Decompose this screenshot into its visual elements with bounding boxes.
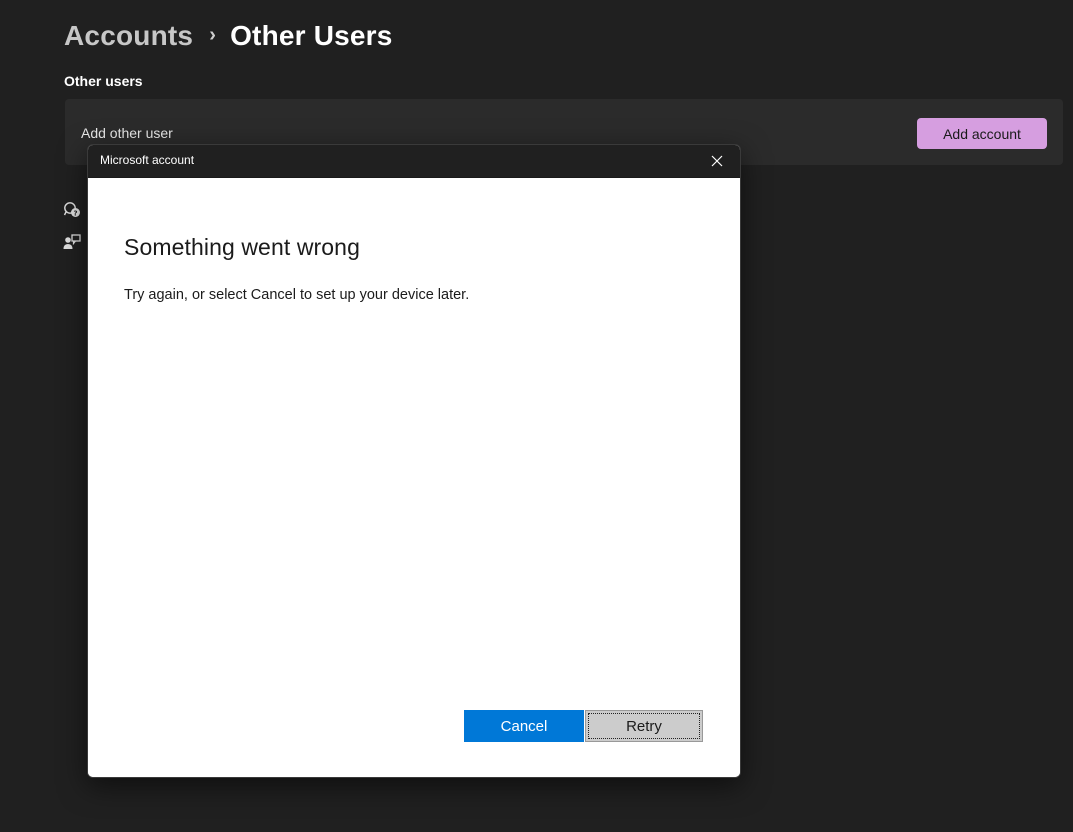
retry-button[interactable]: Retry — [585, 710, 703, 742]
svg-text:?: ? — [73, 209, 77, 217]
help-icon[interactable]: ? — [63, 201, 81, 219]
breadcrumb-accounts-link[interactable]: Accounts — [64, 20, 193, 52]
add-account-button[interactable]: Add account — [917, 118, 1047, 149]
dialog-titlebar[interactable]: Microsoft account — [88, 145, 740, 178]
microsoft-account-dialog: Microsoft account Something went wrong T… — [87, 144, 741, 778]
chevron-right-icon: › — [209, 23, 217, 46]
cancel-button[interactable]: Cancel — [464, 710, 584, 742]
error-message: Try again, or select Cancel to set up yo… — [124, 287, 470, 303]
dialog-body: Something went wrong Try again, or selec… — [88, 178, 740, 777]
close-button[interactable] — [702, 149, 732, 173]
dialog-title: Microsoft account — [100, 153, 195, 167]
error-heading: Something went wrong — [124, 234, 360, 260]
add-other-user-label: Add other user — [81, 125, 173, 141]
breadcrumb: Accounts › Other Users — [64, 14, 393, 58]
page-title: Other Users — [230, 20, 393, 51]
close-icon — [711, 155, 723, 167]
section-title-other-users: Other users — [64, 73, 143, 89]
feedback-icon[interactable] — [63, 233, 81, 251]
